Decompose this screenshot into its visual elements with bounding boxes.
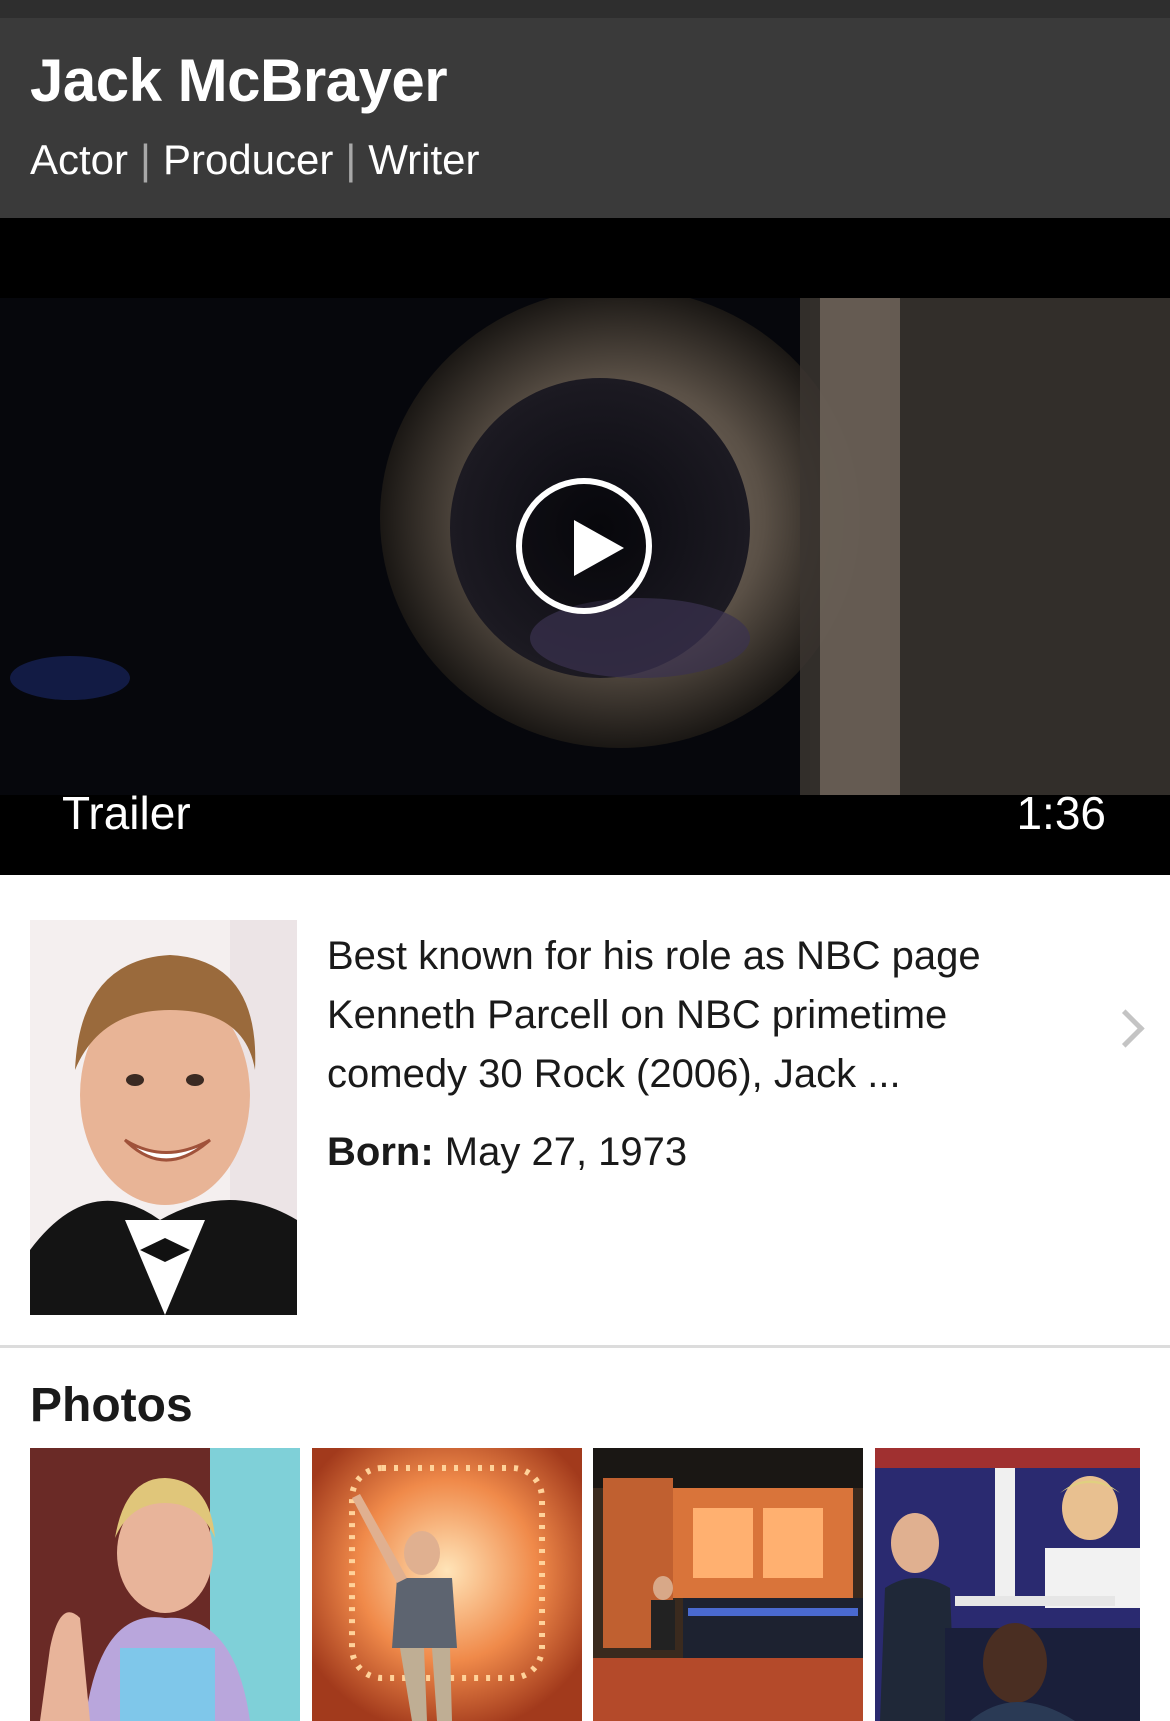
born-value: May 27, 1973 xyxy=(444,1130,688,1174)
play-icon[interactable] xyxy=(516,478,652,614)
role-actor: Actor xyxy=(30,136,129,183)
page-header: Jack McBrayer Actor | Producer | Writer xyxy=(0,18,1170,218)
born-label: Born: xyxy=(327,1130,434,1174)
trailer-video-player[interactable]: Trailer 1:36 xyxy=(0,218,1170,875)
role-producer: Producer xyxy=(162,136,334,183)
page-title: Jack McBrayer xyxy=(30,47,448,114)
status-strip xyxy=(0,0,1170,19)
photo-thumbnail-stage-pointing[interactable] xyxy=(312,1448,582,1721)
role-writer: Writer xyxy=(368,136,480,183)
role-separator: | xyxy=(140,136,151,183)
photo-thumbnail-match-game-panel[interactable] xyxy=(875,1448,1140,1721)
roles-line: Actor | Producer | Writer xyxy=(30,136,480,184)
chevron-right-icon[interactable] xyxy=(1106,1009,1145,1048)
video-duration: 1:36 xyxy=(1016,787,1106,839)
bio-card[interactable]: Best known for his role as NBC page Kenn… xyxy=(0,875,1170,1348)
photos-section-title: Photos xyxy=(30,1379,193,1432)
photo-thumbnail-cooking-show[interactable] xyxy=(30,1448,300,1721)
photo-thumbnail-game-show-set[interactable] xyxy=(593,1448,863,1721)
video-label: Trailer xyxy=(62,787,191,839)
bio-summary: Best known for his role as NBC page Kenn… xyxy=(327,934,981,1096)
headshot-image xyxy=(30,920,297,1315)
role-separator: | xyxy=(345,136,357,183)
birth-date: Born: May 27, 1973 xyxy=(327,1130,687,1175)
